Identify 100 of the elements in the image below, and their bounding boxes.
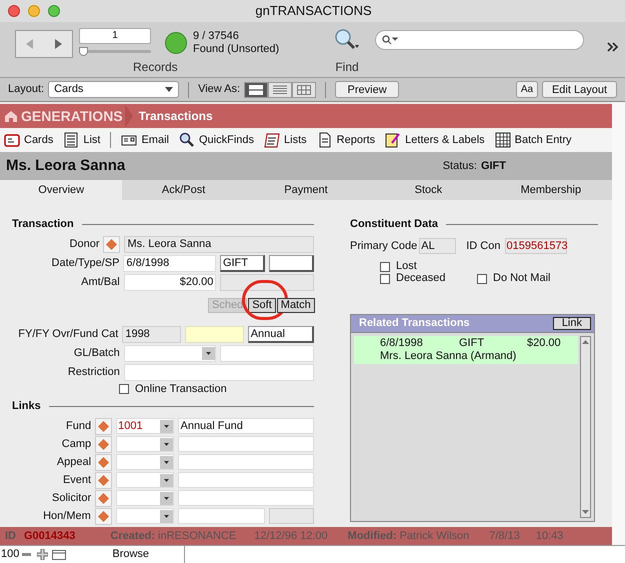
previous-icon	[25, 39, 35, 49]
edit-layout-button[interactable]: Edit Layout	[542, 81, 617, 98]
form-view-icon	[249, 84, 264, 94]
record-slider[interactable]	[79, 47, 151, 56]
text-format-button[interactable]: Aa	[516, 81, 538, 98]
view-mode-button[interactable]	[244, 82, 268, 98]
lookup-button[interactable]	[95, 454, 112, 470]
code-dropdown-field[interactable]	[116, 508, 174, 524]
caret-icon	[165, 87, 174, 92]
layout-toggle-icon[interactable]	[52, 550, 66, 560]
nav-button[interactable]: Email	[121, 132, 169, 148]
checkbox-label: Lost	[396, 259, 417, 273]
layout-label: Layout:	[8, 82, 44, 98]
field-label: Amt/Bal	[80, 275, 120, 290]
lookup-button[interactable]	[95, 490, 112, 506]
code-dropdown-field[interactable]	[116, 472, 174, 488]
checkbox[interactable]	[380, 274, 390, 284]
checkbox[interactable]	[477, 274, 487, 284]
action-button[interactable]: Match	[276, 298, 315, 313]
nav-button[interactable]: Letters & Labels	[385, 132, 485, 148]
slider-thumb[interactable]	[79, 47, 88, 56]
diamond-icon	[98, 420, 110, 432]
code-dropdown-field[interactable]: 1001	[116, 418, 174, 434]
text-field[interactable]: Annual Fund	[178, 418, 314, 434]
minimize-button[interactable]	[28, 5, 40, 17]
caret-icon	[160, 492, 174, 504]
created-by: inRESONANCE	[158, 528, 236, 544]
dropdown-field[interactable]	[124, 345, 216, 362]
text-field[interactable]	[220, 274, 314, 291]
cards-icon	[4, 132, 20, 148]
lookup-button[interactable]	[103, 236, 120, 253]
window-title: gnTRANSACTIONS	[254, 2, 373, 20]
text-field[interactable]: Ms. Leora Sanna	[124, 236, 314, 253]
list-view-icon	[273, 84, 288, 94]
status-value: GIFT	[480, 158, 506, 174]
id-label: ID	[5, 528, 16, 544]
field-label: Appeal	[56, 454, 92, 470]
field-label: Event	[62, 472, 92, 488]
diamond-icon	[98, 492, 110, 504]
tab[interactable]: Overview	[0, 180, 122, 200]
records-label: Records	[133, 60, 178, 74]
found-status: Found (Unsorted)	[193, 43, 280, 56]
close-button[interactable]	[8, 5, 20, 17]
nav-button[interactable]: Lists	[264, 132, 307, 148]
search-field[interactable]	[375, 30, 584, 50]
diamond-icon	[98, 474, 110, 486]
text-field[interactable]	[268, 255, 314, 272]
code-dropdown-field[interactable]	[116, 490, 174, 506]
zoom-in-icon[interactable]	[37, 549, 48, 560]
section-title: Links	[12, 398, 41, 414]
record-id: G0014343	[24, 528, 76, 544]
panel-title: Related Transactions	[359, 316, 470, 331]
lookup-button[interactable]	[94, 508, 112, 524]
grid-icon	[494, 132, 511, 148]
nav-button[interactable]: Reports	[316, 132, 376, 148]
overflow-chevron-icon[interactable]	[607, 42, 619, 52]
link-button[interactable]: Link	[552, 316, 591, 330]
nav-button[interactable]: Batch Entry	[494, 132, 572, 148]
text-field[interactable]	[268, 508, 314, 524]
nav-button[interactable]: List	[63, 132, 100, 148]
code-dropdown-field[interactable]	[116, 454, 174, 470]
transaction-amount: $20.00	[527, 336, 561, 350]
scrollbar[interactable]	[580, 336, 591, 518]
lookup-button[interactable]	[95, 472, 112, 488]
checkbox[interactable]	[119, 384, 129, 394]
lookup-button[interactable]	[95, 436, 112, 452]
preview-button[interactable]: Preview	[335, 81, 400, 98]
caret-icon	[160, 510, 173, 522]
table-view-icon	[297, 84, 312, 94]
text-field[interactable]: 1998	[122, 326, 182, 343]
nav-button[interactable]: QuickFinds	[178, 132, 254, 148]
code-dropdown-field[interactable]	[116, 436, 174, 452]
text-field[interactable]: AL	[419, 238, 456, 254]
field-label: FY/FY Ovr/Fund Cat	[17, 327, 118, 342]
text-field[interactable]: $20.00	[124, 274, 216, 291]
transaction-type: GIFT	[459, 336, 486, 350]
checkbox-label: Deceased	[396, 271, 446, 286]
record-number-field[interactable]: 1	[79, 28, 151, 44]
text-field[interactable]: GIFT	[220, 255, 265, 272]
caret-icon	[160, 474, 174, 486]
related-transaction-row[interactable]: 6/8/1998 GIFT $20.00 Mrs. Leora Sanna (Armand)	[354, 336, 578, 364]
diamond-icon	[106, 239, 118, 250]
zoom-button[interactable]	[48, 5, 60, 17]
modified-date: 7/8/13	[489, 528, 520, 544]
action-button[interactable]: Soft	[248, 298, 276, 313]
layout-dropdown[interactable]: Cards	[48, 81, 180, 98]
text-field[interactable]: Annual	[248, 326, 314, 343]
nav-button[interactable]: Cards	[4, 132, 54, 148]
magnifier-icon	[178, 132, 195, 148]
section-title: Constituent Data	[350, 216, 438, 232]
text-field[interactable]: 0159561573	[504, 238, 566, 254]
brand-title: GENERATIONS	[21, 106, 123, 126]
found-count: 9 / 37546	[193, 30, 240, 43]
lookup-button[interactable]	[95, 418, 112, 434]
checkbox-label: Do Not Mail	[493, 271, 550, 286]
text-field[interactable]: 6/8/1998	[123, 255, 216, 272]
checkbox[interactable]	[380, 262, 390, 272]
record-navigation-button[interactable]	[15, 30, 73, 58]
field-label: ID Con	[466, 239, 500, 254]
search-magnifier-icon[interactable]	[334, 28, 360, 52]
